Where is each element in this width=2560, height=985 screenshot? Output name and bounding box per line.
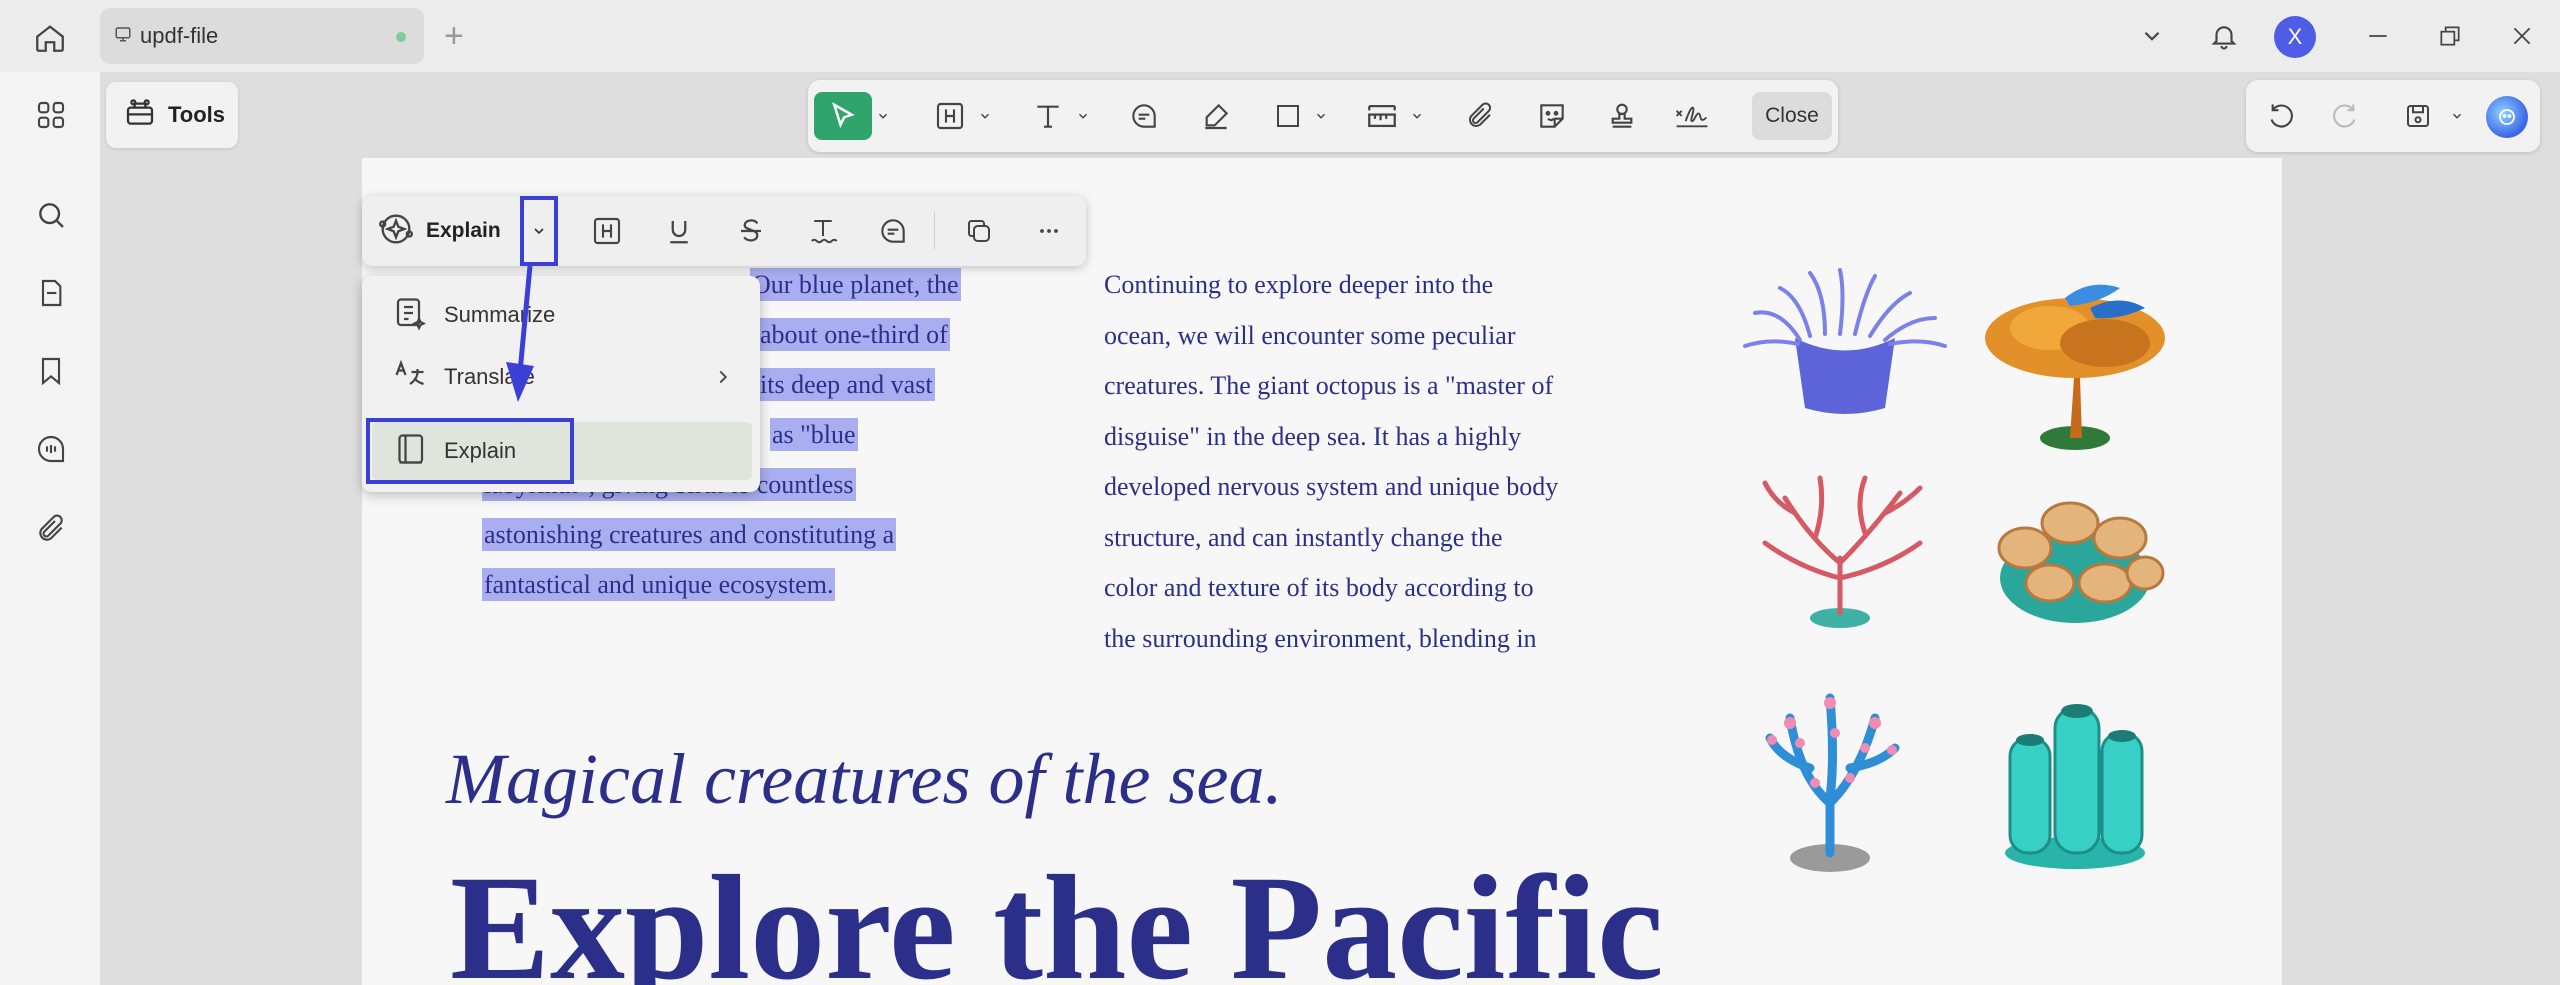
new-tab-button[interactable]: + bbox=[444, 16, 464, 56]
bookmark-icon[interactable] bbox=[28, 348, 74, 394]
tube-coral-illustration bbox=[1970, 678, 2180, 878]
strikethrough-icon[interactable] bbox=[728, 208, 774, 254]
close-edit-button[interactable]: Close bbox=[1752, 92, 1832, 140]
annotation-arrow bbox=[506, 265, 534, 402]
sticker-icon[interactable] bbox=[1528, 92, 1576, 140]
text-line: color and texture of its body according … bbox=[1104, 573, 1534, 602]
sea-anemone-illustration bbox=[1740, 268, 1950, 468]
explain-highlight-box bbox=[366, 418, 574, 484]
text-line: the surrounding environment, blending in bbox=[1104, 623, 1537, 653]
underline-icon[interactable] bbox=[656, 208, 702, 254]
blue-coral-illustration bbox=[1740, 678, 1950, 878]
body-paragraph: Continuing to explore deeper into the oc… bbox=[1104, 268, 1624, 672]
text-line: disguise" in the deep sea. It has a high… bbox=[1104, 421, 1522, 451]
right-toolbar bbox=[2246, 80, 2540, 152]
rectangle-tool-icon[interactable] bbox=[1264, 92, 1312, 140]
ai-options-dropdown-button[interactable] bbox=[520, 196, 558, 266]
copy-icon[interactable] bbox=[956, 208, 1002, 254]
text-line: creatures. The giant octopus is a "maste… bbox=[1104, 371, 1554, 400]
tools-label: Tools bbox=[168, 102, 226, 127]
translate-icon bbox=[392, 357, 428, 398]
comment-tool-icon[interactable] bbox=[1120, 92, 1168, 140]
subheading: Magical creatures of the sea. bbox=[446, 739, 1283, 819]
selection-toolbar: Explain bbox=[362, 196, 1086, 266]
select-tool-button[interactable] bbox=[814, 92, 872, 140]
chevron-down-icon[interactable] bbox=[2130, 14, 2174, 58]
explain-button[interactable]: Explain bbox=[376, 208, 501, 254]
attachment-icon[interactable] bbox=[28, 506, 74, 552]
main-toolbar: Close bbox=[808, 80, 1838, 152]
text-tool-chevron-icon[interactable] bbox=[1074, 92, 1092, 140]
close-window-icon[interactable] bbox=[2500, 14, 2544, 58]
measure-chevron-icon[interactable] bbox=[1408, 92, 1426, 140]
signature-icon[interactable] bbox=[1668, 92, 1716, 140]
ai-options-menu: Summarize Translate Explain bbox=[362, 276, 760, 492]
toolbar-divider bbox=[934, 212, 935, 250]
cup-coral-illustration bbox=[1970, 468, 2180, 668]
squiggly-icon[interactable] bbox=[800, 208, 846, 254]
redo-icon[interactable] bbox=[2320, 92, 2368, 140]
highlight-icon[interactable] bbox=[584, 208, 630, 254]
red-coral-illustration bbox=[1740, 468, 1950, 668]
minimize-icon[interactable] bbox=[2356, 14, 2400, 58]
highlight-tool-icon[interactable] bbox=[926, 92, 974, 140]
page-title: Explore the Pacific bbox=[450, 845, 1664, 985]
chevron-right-icon bbox=[712, 366, 734, 393]
more-options-icon[interactable] bbox=[1026, 208, 1072, 254]
left-sidebar bbox=[0, 72, 100, 985]
apps-grid-icon[interactable] bbox=[28, 92, 74, 138]
save-chevron-icon[interactable] bbox=[2448, 92, 2466, 140]
document-icon bbox=[114, 25, 132, 48]
pen-tool-icon[interactable] bbox=[1192, 92, 1240, 140]
save-icon[interactable] bbox=[2394, 92, 2442, 140]
text-line: Continuing to explore deeper into the bbox=[1104, 270, 1494, 299]
search-icon[interactable] bbox=[28, 192, 74, 238]
bell-icon[interactable] bbox=[2202, 14, 2246, 58]
text-line: ocean, we will encounter some peculiar bbox=[1104, 320, 1516, 350]
restore-icon[interactable] bbox=[2428, 14, 2472, 58]
menu-item-translate[interactable]: Translate bbox=[372, 348, 752, 406]
paperclip-icon[interactable] bbox=[1456, 92, 1504, 140]
avatar[interactable]: X bbox=[2274, 16, 2316, 58]
toolbox-icon bbox=[124, 97, 156, 134]
explain-label: Explain bbox=[426, 219, 501, 242]
comments-icon[interactable] bbox=[28, 426, 74, 472]
title-bar: updf-file + X bbox=[0, 0, 2560, 72]
orange-coral-illustration bbox=[1970, 268, 2180, 468]
text-line: structure, and can instantly change the bbox=[1104, 522, 1503, 552]
ai-assistant-icon[interactable] bbox=[2486, 96, 2528, 138]
measure-tool-icon[interactable] bbox=[1358, 92, 1406, 140]
tools-button[interactable]: Tools bbox=[106, 82, 238, 148]
saved-status-dot bbox=[396, 32, 406, 42]
coral-gallery bbox=[1740, 268, 2170, 878]
text-line: astonishing creatures and constituting a bbox=[482, 518, 897, 551]
document-tab[interactable]: updf-file bbox=[100, 8, 424, 64]
menu-item-summarize[interactable]: Summarize bbox=[372, 286, 752, 344]
stamp-icon[interactable] bbox=[1598, 92, 1646, 140]
text-line: developed nervous system and unique body bbox=[1104, 472, 1559, 501]
comment-icon[interactable] bbox=[870, 208, 916, 254]
highlight-chevron-icon[interactable] bbox=[976, 92, 994, 140]
undo-icon[interactable] bbox=[2258, 92, 2306, 140]
text-line: fantastical and unique ecosystem. bbox=[482, 568, 836, 601]
text-tool-icon[interactable] bbox=[1024, 92, 1072, 140]
select-tool-chevron-icon[interactable] bbox=[874, 92, 892, 140]
ai-sparkle-icon bbox=[376, 209, 416, 254]
pages-icon[interactable] bbox=[28, 270, 74, 316]
home-icon[interactable] bbox=[30, 18, 70, 58]
tab-title: updf-file bbox=[140, 23, 219, 48]
shape-chevron-icon[interactable] bbox=[1312, 92, 1330, 140]
summarize-icon bbox=[392, 295, 428, 336]
